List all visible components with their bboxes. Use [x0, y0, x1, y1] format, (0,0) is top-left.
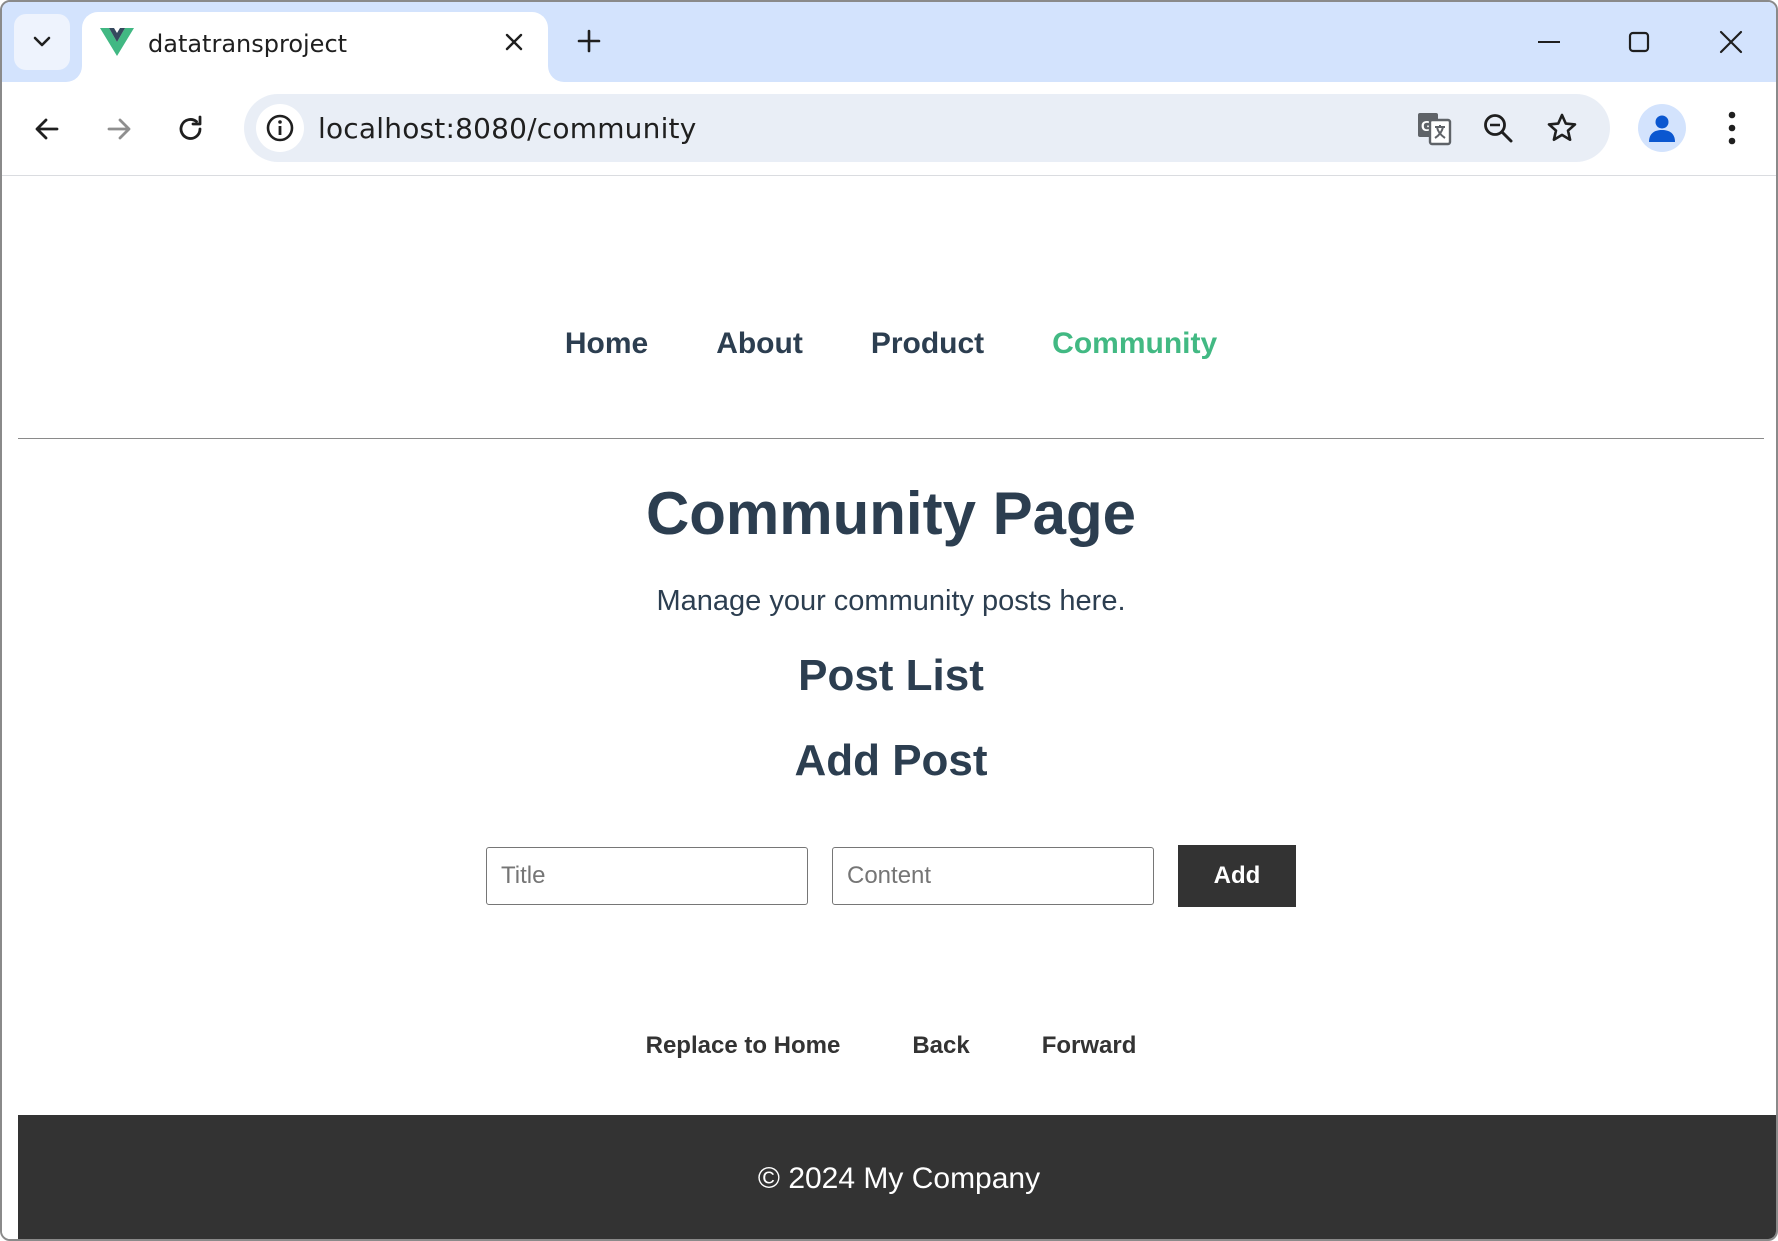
- add-post-heading: Add Post: [794, 736, 988, 785]
- content-input[interactable]: [832, 847, 1154, 905]
- footer-text: © 2024 My Company: [757, 1162, 1041, 1195]
- translate-button[interactable]: G: [1412, 106, 1456, 150]
- arrow-left-icon: [35, 118, 59, 140]
- profile-button[interactable]: [1638, 104, 1686, 152]
- minimize-button[interactable]: [1527, 20, 1571, 64]
- page-title: Community Page: [645, 480, 1137, 547]
- zoom-out-icon: [1484, 114, 1513, 143]
- add-post-form: Add: [2, 845, 1776, 907]
- reload-icon: [179, 115, 202, 140]
- back-button[interactable]: Back: [912, 1032, 969, 1060]
- translate-icon: G: [1418, 113, 1452, 146]
- browser-window: datatransproject localhost:8080/communit…: [0, 0, 1778, 1241]
- browser-toolbar: localhost:8080/community G: [2, 82, 1776, 176]
- more-vert-icon: [1728, 111, 1736, 145]
- maximize-button[interactable]: [1617, 20, 1661, 64]
- nav-divider: [18, 438, 1764, 439]
- chevron-down-icon: [33, 36, 51, 47]
- zoom-button[interactable]: [1476, 106, 1520, 150]
- bookmark-button[interactable]: [1540, 106, 1584, 150]
- reload-button[interactable]: [168, 106, 214, 152]
- back-nav-button[interactable]: [24, 106, 70, 152]
- main-nav: Home About Product Community: [2, 327, 1776, 361]
- forward-nav-button[interactable]: [96, 106, 142, 152]
- minimize-icon: [1538, 41, 1560, 43]
- star-icon: [1547, 113, 1577, 141]
- nav-link-community[interactable]: Community: [1052, 327, 1217, 361]
- nav-link-about[interactable]: About: [716, 327, 803, 361]
- tab-close-button[interactable]: [500, 28, 528, 56]
- replace-to-home-button[interactable]: Replace to Home: [646, 1032, 841, 1060]
- nav-link-product[interactable]: Product: [871, 327, 984, 361]
- window-close-button[interactable]: [1709, 20, 1753, 64]
- plus-icon: [577, 29, 601, 53]
- forward-button[interactable]: Forward: [1042, 1032, 1137, 1060]
- nav-link-home[interactable]: Home: [565, 327, 648, 361]
- page-description: Manage your community posts here.: [656, 585, 1126, 617]
- page-viewport: Home About Product Community Community P…: [2, 177, 1776, 1239]
- browser-tab[interactable]: datatransproject: [82, 12, 548, 82]
- browser-menu-button[interactable]: [1714, 104, 1750, 152]
- tab-strip: datatransproject: [2, 2, 1776, 82]
- title-input[interactable]: [486, 847, 808, 905]
- url-text[interactable]: localhost:8080/community: [318, 112, 697, 145]
- page-footer: © 2024 My Company: [18, 1115, 1776, 1239]
- tab-search-button[interactable]: [14, 14, 70, 70]
- arrow-right-icon: [107, 118, 131, 140]
- user-avatar-icon: [1649, 115, 1675, 142]
- close-icon: [505, 33, 523, 51]
- site-info-button[interactable]: [256, 104, 304, 152]
- add-button[interactable]: Add: [1178, 845, 1296, 907]
- maximize-icon: [1628, 31, 1650, 53]
- tab-title: datatransproject: [148, 30, 348, 58]
- post-list-heading: Post List: [798, 651, 984, 700]
- vue-logo-icon: [100, 28, 134, 56]
- router-controls: Replace to Home Back Forward: [2, 1032, 1776, 1060]
- new-tab-button[interactable]: [572, 24, 606, 58]
- address-bar[interactable]: localhost:8080/community G: [244, 94, 1610, 162]
- info-icon: [266, 114, 294, 142]
- close-icon: [1719, 30, 1743, 54]
